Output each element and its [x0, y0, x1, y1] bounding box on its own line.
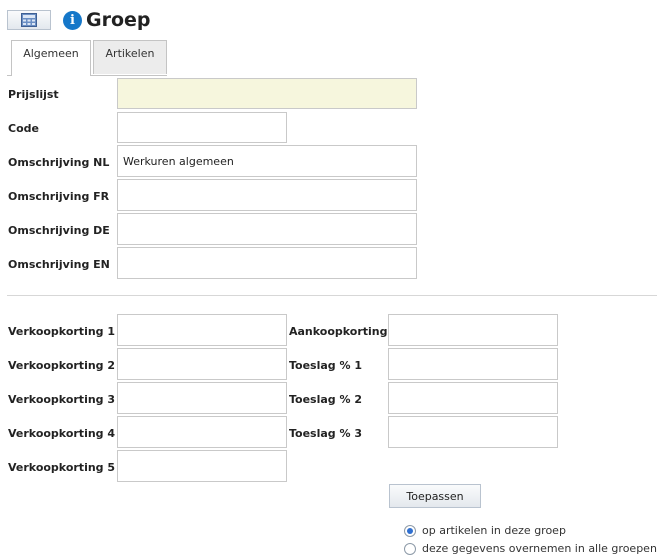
radio-all-groups[interactable]: [404, 542, 416, 555]
verkoopkorting-4-field[interactable]: [117, 416, 287, 448]
verkoopkorting-1-label: Verkoopkorting 1: [8, 325, 116, 338]
code-field[interactable]: [117, 112, 287, 143]
verkoopkorting-1-field[interactable]: [117, 314, 287, 346]
omschrijving-de-label: Omschrijving DE: [8, 224, 110, 237]
tab-label: Algemeen: [23, 47, 79, 60]
code-label: Code: [8, 122, 39, 135]
omschrijving-nl-label: Omschrijving NL: [8, 156, 110, 169]
toeslag-1-label: Toeslag % 1: [289, 359, 363, 372]
apply-option-group[interactable]: op artikelen in deze groep: [404, 524, 566, 537]
radio-label-all-groups: deze gegevens overnemen in alle groepen: [422, 542, 657, 555]
omschrijving-en-field[interactable]: [117, 247, 417, 279]
verkoopkorting-4-label: Verkoopkorting 4: [8, 427, 116, 440]
calculator-icon: [21, 13, 37, 27]
verkoopkorting-5-label: Verkoopkorting 5: [8, 461, 116, 474]
prijslijst-field[interactable]: [117, 78, 417, 109]
section-divider: [7, 295, 657, 296]
omschrijving-fr-label: Omschrijving FR: [8, 190, 110, 203]
radio-group-articles[interactable]: [404, 524, 416, 537]
omschrijving-de-field[interactable]: [117, 213, 417, 245]
verkoopkorting-2-field[interactable]: [117, 348, 287, 380]
radio-label-group-articles: op artikelen in deze groep: [422, 524, 566, 537]
radio-selected-dot: [407, 527, 413, 534]
aankoopkorting-label: Aankoopkorting: [289, 325, 388, 338]
apply-button[interactable]: Toepassen: [389, 484, 481, 508]
toeslag-2-label: Toeslag % 2: [289, 393, 363, 406]
tab-algemeen[interactable]: Algemeen: [11, 40, 91, 76]
toeslag-1-field[interactable]: [388, 348, 558, 380]
prijslijst-label: Prijslijst: [8, 88, 59, 101]
verkoopkorting-5-field[interactable]: [117, 450, 287, 482]
verkoopkorting-3-field[interactable]: [117, 382, 287, 414]
aankoopkorting-field[interactable]: [388, 314, 558, 346]
verkoopkorting-3-label: Verkoopkorting 3: [8, 393, 116, 406]
omschrijving-en-label: Omschrijving EN: [8, 258, 110, 271]
page-title: Groep: [86, 9, 151, 31]
toeslag-3-label: Toeslag % 3: [289, 427, 363, 440]
omschrijving-fr-field[interactable]: [117, 179, 417, 211]
toeslag-3-field[interactable]: [388, 416, 558, 448]
omschrijving-nl-field[interactable]: [117, 145, 417, 177]
calculator-button[interactable]: [7, 10, 51, 30]
verkoopkorting-2-label: Verkoopkorting 2: [8, 359, 116, 372]
info-icon[interactable]: i: [63, 11, 82, 30]
apply-option-all[interactable]: deze gegevens overnemen in alle groepen: [404, 542, 657, 555]
tab-label: Artikelen: [105, 47, 155, 60]
tab-artikelen[interactable]: Artikelen: [93, 40, 167, 74]
toeslag-2-field[interactable]: [388, 382, 558, 414]
